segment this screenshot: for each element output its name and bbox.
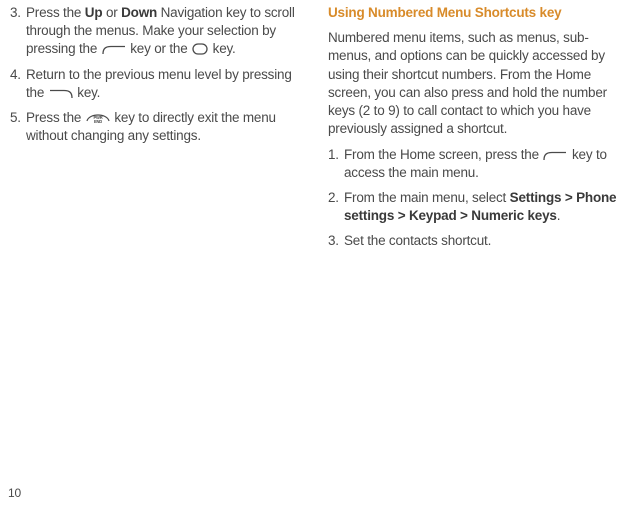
- right-column: Using Numbered Menu Shortcuts key Number…: [328, 4, 627, 258]
- text: From the Home screen, press the: [344, 147, 542, 162]
- text: Press the: [26, 5, 85, 20]
- bold-up: Up: [85, 5, 103, 20]
- columns: 3. Press the Up or Down Navigation key t…: [10, 4, 627, 258]
- text: .: [557, 208, 561, 223]
- step-number: 2.: [328, 189, 339, 207]
- text: Set the contacts shortcut.: [344, 233, 491, 248]
- section-heading: Using Numbered Menu Shortcuts key: [328, 4, 627, 22]
- text: From the main menu, select: [344, 190, 510, 205]
- right-step-2: 2. From the main menu, select Settings >…: [328, 189, 627, 225]
- bold-down: Down: [121, 5, 157, 20]
- end-key-icon: PWREND: [86, 111, 110, 124]
- step-number: 1.: [328, 146, 339, 164]
- intro-paragraph: Numbered menu items, such as menus, sub-…: [328, 29, 627, 138]
- text: key.: [74, 85, 101, 100]
- center-key-icon: [192, 43, 208, 55]
- left-softkey-icon: [102, 45, 126, 55]
- left-step-4: 4. Return to the previous menu level by …: [10, 66, 308, 102]
- right-step-list: 1. From the Home screen, press the key t…: [328, 146, 627, 251]
- page: 3. Press the Up or Down Navigation key t…: [0, 0, 637, 515]
- left-column: 3. Press the Up or Down Navigation key t…: [10, 4, 308, 258]
- step-number: 5.: [10, 109, 21, 127]
- right-softkey-icon: [49, 89, 73, 99]
- left-softkey-icon: [543, 151, 567, 161]
- left-step-list: 3. Press the Up or Down Navigation key t…: [10, 4, 308, 146]
- text: Press the: [26, 110, 85, 125]
- step-number: 3.: [328, 232, 339, 250]
- step-number: 3.: [10, 4, 21, 22]
- left-step-5: 5. Press the PWREND key to directly exit…: [10, 109, 308, 145]
- svg-text:END: END: [94, 119, 102, 124]
- left-step-3: 3. Press the Up or Down Navigation key t…: [10, 4, 308, 59]
- page-number: 10: [8, 485, 21, 501]
- right-step-3: 3. Set the contacts shortcut.: [328, 232, 627, 250]
- text: key.: [209, 41, 236, 56]
- right-step-1: 1. From the Home screen, press the key t…: [328, 146, 627, 182]
- text: key or the: [127, 41, 191, 56]
- step-number: 4.: [10, 66, 21, 84]
- text: or: [102, 5, 121, 20]
